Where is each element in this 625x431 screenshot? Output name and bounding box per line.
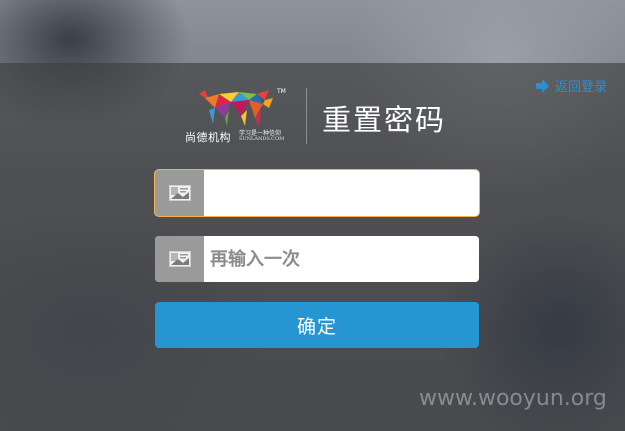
new-password-input[interactable]	[204, 170, 479, 216]
back-to-login-link[interactable]: 返回登录	[536, 76, 607, 95]
new-password-field	[155, 170, 479, 216]
field-icon-box	[155, 170, 204, 216]
field-icon-box	[155, 236, 204, 282]
confirm-button[interactable]: 确定	[155, 302, 479, 348]
bull-logo-icon	[199, 90, 273, 126]
trademark-mark: TM	[277, 88, 286, 95]
watermark-text: www.wooyun.org	[419, 386, 607, 411]
id-card-icon	[168, 251, 191, 267]
confirm-password-field	[155, 236, 479, 282]
arrow-right-icon	[536, 78, 549, 93]
confirm-password-input[interactable]	[204, 236, 479, 282]
brand-domain: SUNLANDS.COM	[239, 136, 285, 142]
header-divider	[306, 88, 307, 144]
brand-name: 尚德机构	[185, 131, 231, 144]
back-to-login-label: 返回登录	[555, 80, 608, 95]
brand-logo: TM 尚德机构 学习是一种信仰 SUNLANDS.COM	[183, 88, 291, 148]
page-title: 重置密码	[322, 103, 447, 137]
id-card-icon	[168, 185, 191, 201]
